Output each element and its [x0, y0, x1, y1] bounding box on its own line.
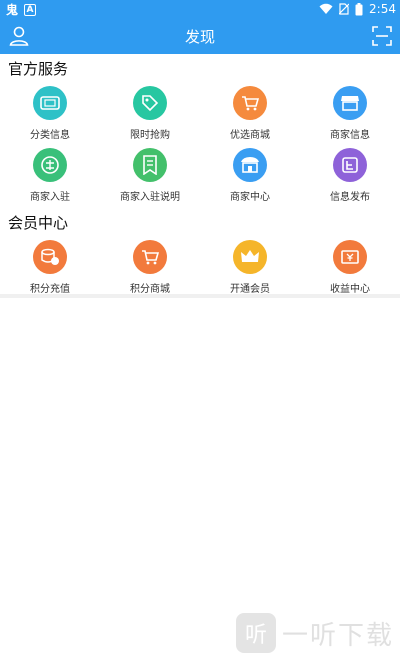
coins-icon	[33, 240, 67, 274]
grid-item-merchant-join-guide[interactable]: 商家入驻说明	[100, 148, 200, 203]
store-icon	[233, 148, 267, 182]
cart-icon	[233, 86, 267, 120]
app-notification-icon: 鬼	[6, 3, 19, 17]
tag-icon	[133, 86, 167, 120]
grid-item-label: 商家入驻说明	[120, 192, 180, 203]
grid-item-select-mall[interactable]: 优选商城	[200, 86, 300, 141]
section-title-member-center: 会员中心	[8, 214, 69, 232]
grid-item-label: 商家信息	[330, 130, 370, 141]
grid-item-merchant-info[interactable]: 商家信息	[300, 86, 400, 141]
crown-icon	[233, 240, 267, 274]
publish-icon	[333, 148, 367, 182]
app-bar: 发现	[0, 18, 400, 54]
grid-item-label: 商家入驻	[30, 192, 70, 203]
cart-icon	[133, 240, 167, 274]
grid-item-category-info[interactable]: 分类信息	[0, 86, 100, 141]
wifi-icon	[319, 3, 333, 14]
watermark: 听 一听下载	[235, 613, 394, 653]
grid-item-label: 限时抢购	[130, 130, 170, 141]
grid-item-label: 信息发布	[330, 192, 370, 203]
status-right: 2:54	[319, 2, 396, 16]
stamp-icon	[33, 148, 67, 182]
grid-item-merchant-center[interactable]: 商家中心	[200, 148, 300, 203]
grid-item-label: 商家中心	[230, 192, 270, 203]
earnings-icon	[333, 240, 367, 274]
grid-item-merchant-join[interactable]: 商家入驻	[0, 148, 100, 203]
grid-item-open-membership[interactable]: 开通会员	[200, 240, 300, 295]
ticket-icon	[33, 86, 67, 120]
shop-icon	[333, 86, 367, 120]
no-sim-icon	[339, 3, 350, 15]
grid-item-earnings-center[interactable]: 收益中心	[300, 240, 400, 295]
status-time: 2:54	[369, 2, 396, 16]
page-title: 发现	[184, 28, 215, 46]
grid-item-label: 优选商城	[230, 130, 270, 141]
grid-item-label: 开通会员	[230, 284, 270, 295]
grid-item-publish-info[interactable]: 信息发布	[300, 148, 400, 203]
watermark-text: 一听下载	[281, 620, 394, 651]
status-bar: 鬼 A 2:54	[0, 0, 400, 18]
grid-item-label: 分类信息	[30, 130, 70, 141]
status-left: 鬼 A	[6, 1, 37, 18]
watermark-logo-icon: 听	[235, 613, 276, 653]
grid-item-label: 收益中心	[330, 284, 370, 295]
notification-badge-icon: A	[24, 3, 37, 16]
document-icon	[133, 148, 167, 182]
section-title-official-services: 官方服务	[8, 60, 69, 78]
grid-item-label: 积分充值	[30, 284, 70, 295]
grid-item-flash-sale[interactable]: 限时抢购	[100, 86, 200, 141]
scan-icon[interactable]	[372, 26, 392, 46]
grid-item-points-recharge[interactable]: 积分充值	[0, 240, 100, 295]
grid-item-label: 积分商城	[130, 284, 170, 295]
battery-icon	[355, 2, 363, 15]
grid-item-points-mall[interactable]: 积分商城	[100, 240, 200, 295]
section-divider	[0, 294, 400, 298]
